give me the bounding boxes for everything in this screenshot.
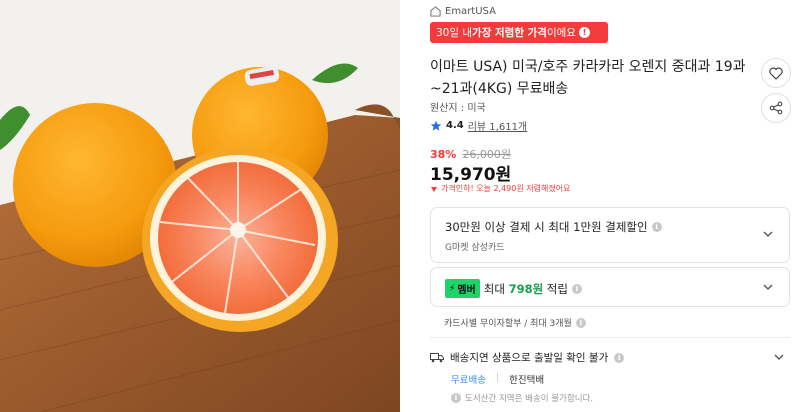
product-image: [0, 0, 400, 412]
review-link[interactable]: 리뷰 1,611개: [468, 118, 527, 133]
installment-info: 카드사별 무이자할부 / 최대 3개월 i: [444, 316, 586, 329]
promo-text: 30만원 이상 결제 시 최대 1만원 결제할인: [445, 220, 648, 234]
rating-score: 4.4: [446, 120, 464, 131]
info-icon[interactable]: i: [575, 317, 586, 328]
member-line: ⚡ 멤버 최대 798원 적립 i: [445, 279, 582, 298]
restriction-text: 도서산간 지역은 배송이 불가합니다.: [465, 394, 594, 404]
banner-prefix: 30일 내: [436, 27, 473, 39]
promo-line: 30만원 이상 결제 시 최대 1만원 결제할인 i: [445, 219, 662, 235]
banner-info-icon[interactable]: !: [578, 27, 590, 38]
bolt-icon: ⚡: [449, 283, 456, 294]
installment-text: 카드사별 무이자할부 / 최대 3개월: [444, 319, 572, 329]
star-icon: [430, 120, 442, 131]
product-title: 이마트 USA) 미국/호주 카라카라 오렌지 중대과 19과~21과(4KG)…: [430, 59, 746, 97]
heart-icon: [769, 67, 783, 80]
delivery-notice-row[interactable]: 배송지연 상품으로 출발일 확인 불가 i: [430, 350, 790, 365]
info-icon[interactable]: i: [651, 222, 662, 232]
info-icon[interactable]: i: [571, 283, 582, 294]
chevron-down-icon[interactable]: [761, 280, 775, 294]
share-button[interactable]: [761, 93, 791, 123]
member-badge-label: 멤버: [457, 285, 476, 296]
member-reward-text: 최대 798원 적립: [484, 281, 568, 297]
chevron-down-icon[interactable]: [772, 350, 786, 364]
banner-bold: 가장 저렴한 가격: [472, 27, 547, 39]
divider: [430, 337, 790, 338]
product-detail-panel: EmartUSA 30일 내 가장 저렴한 가격 이에요 ! 이마트 USA) …: [420, 0, 800, 412]
truck-icon: [430, 353, 444, 363]
wishlist-button[interactable]: [761, 58, 791, 88]
lowest-price-banner: 30일 내 가장 저렴한 가격 이에요 !: [430, 22, 608, 43]
chevron-down-icon[interactable]: [761, 227, 775, 241]
separator: |: [495, 372, 500, 383]
orange-photo: [0, 0, 400, 412]
info-icon[interactable]: i: [614, 352, 625, 363]
store-icon: [430, 5, 441, 17]
arrow-down-icon: [431, 186, 437, 192]
member-suffix: 적립: [543, 281, 568, 296]
sale-price: 15,970원: [430, 165, 512, 185]
banner-suffix: 이에요: [546, 27, 576, 39]
promo-card-name: G마켓 삼성카드: [445, 243, 505, 253]
carrier-name: 한진택배: [509, 375, 545, 386]
info-icon: i: [451, 393, 461, 403]
store-link[interactable]: EmartUSA: [430, 2, 496, 20]
store-name: EmartUSA: [445, 5, 496, 17]
share-icon: [769, 101, 783, 115]
member-prefix: 최대: [483, 281, 509, 296]
restriction-row: i 도서산간 지역은 배송이 불가합니다.: [451, 392, 790, 404]
rating-row: 4.4 리뷰 1,611개: [430, 118, 527, 133]
delivery-notice: 배송지연 상품으로 출발일 확인 불가: [450, 352, 609, 364]
member-badge: ⚡ 멤버: [445, 279, 480, 298]
card-discount-panel[interactable]: 30만원 이상 결제 시 최대 1만원 결제할인 i G마켓 삼성카드: [430, 207, 790, 263]
member-reward-panel[interactable]: ⚡ 멤버 최대 798원 적립 i: [430, 267, 790, 307]
free-shipping-label: 무료배송: [451, 375, 486, 386]
shipping-row: 무료배송 | 한진택배: [451, 372, 790, 386]
member-amount: 798원: [508, 281, 544, 296]
delivery-section: 배송지연 상품으로 출발일 확인 불가 i 무료배송 | 한진택배 i 도서산간…: [430, 350, 790, 404]
price-drop-text: 가격인하! 오늘 2,490원 저렴해졌어요: [441, 184, 571, 193]
origin-text: 원산지 : 미국: [430, 103, 486, 114]
price-drop-notice: 가격인하! 오늘 2,490원 저렴해졌어요: [430, 183, 570, 194]
